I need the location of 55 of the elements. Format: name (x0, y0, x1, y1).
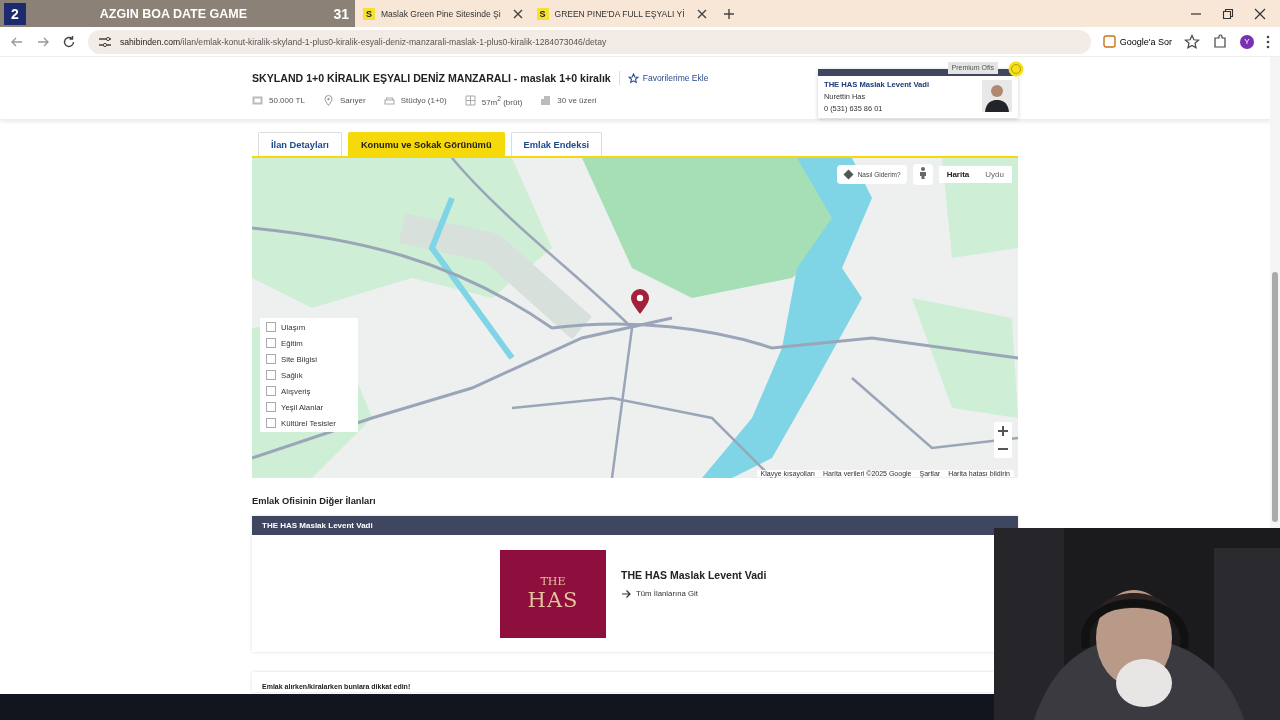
layer-checkbox[interactable] (266, 370, 276, 380)
add-favorite-link[interactable]: Favorilerime Ekle (627, 72, 709, 84)
section-heading: Emlak Ofisinin Diğer İlanları (252, 496, 377, 506)
banknote-icon (252, 95, 263, 107)
scrollbar-thumb[interactable] (1272, 272, 1278, 522)
agent-avatar (982, 80, 1012, 112)
arrow-icon (621, 588, 631, 599)
detail-tab[interactable]: Emlak Endeksi (510, 132, 603, 156)
address-bar[interactable]: sahibinden.com/ilan/emlak-konut-kiralik-skyland-1-plus0-kiralik-esyali-deniz-manzarali-maslak-1-plus0-kiralik-1284073046/detay (88, 29, 1091, 54)
street-view-button[interactable] (912, 164, 933, 185)
listing-fact: 50.000 TL (269, 96, 305, 106)
building-icon (540, 95, 552, 107)
bookmark-star-icon[interactable] (1184, 33, 1200, 50)
layer-checkbox[interactable] (266, 418, 276, 428)
favicon: S (536, 7, 549, 20)
layer-checkbox[interactable] (266, 354, 276, 364)
location-pin-icon (322, 95, 334, 107)
layer-checkbox[interactable] (266, 338, 276, 348)
extensions-icon[interactable] (1212, 33, 1228, 50)
reload-icon[interactable] (62, 34, 76, 49)
layer-checkbox[interactable] (266, 386, 276, 396)
site-settings-icon[interactable] (98, 34, 112, 49)
menu-icon[interactable] (1266, 34, 1270, 49)
listing-fact: 30 ve üzeri (557, 96, 597, 106)
map-pin-icon[interactable] (630, 289, 650, 315)
close-icon[interactable] (512, 8, 523, 19)
new-tab-icon[interactable] (722, 7, 735, 20)
diamond-icon (842, 169, 854, 180)
close-icon[interactable] (696, 8, 707, 19)
detail-tab[interactable]: İlan Detayları (258, 132, 342, 156)
stream-title: AZGIN BOA DATE GAME (99, 6, 247, 21)
layer-checkbox[interactable] (266, 322, 276, 332)
office-name: THE HAS Maslak Levent Vadi (621, 568, 767, 581)
profile-avatar[interactable]: Y (1240, 34, 1254, 49)
office-logo: THE HAS (500, 549, 606, 638)
sofa-icon (383, 95, 395, 107)
pegman-icon (917, 166, 928, 180)
ask-google-button[interactable]: Google'a Sor (1102, 35, 1172, 48)
floor-plan-icon (464, 95, 476, 107)
listing-fact: Stüdyo (1+0) (400, 96, 447, 106)
browser-tab[interactable]: S GREEN PINE'DA FULL EŞYALI Yİ (528, 0, 713, 27)
detail-tab[interactable]: Konumu ve Sokak Görünümü (347, 132, 505, 156)
listing-title: SKYLAND 1+0 KİRALIK EŞYALI DENİZ MANZARALI - maslak 1+0 kiralık (252, 72, 611, 84)
favicon: S (363, 7, 375, 20)
layer-checkbox[interactable] (266, 402, 276, 412)
seal-icon (1008, 61, 1024, 77)
listing-fact: Sarıyer (339, 96, 366, 106)
stream-badge: 2 (4, 2, 26, 25)
close-icon[interactable] (1254, 7, 1266, 20)
listing-fact: 57m$^{2}$ (brüt) (481, 95, 523, 107)
office-bar: THE HAS Maslak Levent Vadi (252, 516, 1018, 535)
stream-count: 31 (333, 5, 349, 22)
star-icon (627, 72, 639, 84)
browser-tab[interactable]: S Maslak Green Pine Sitesinde Şi (355, 0, 529, 27)
restore-icon[interactable] (1222, 7, 1234, 20)
